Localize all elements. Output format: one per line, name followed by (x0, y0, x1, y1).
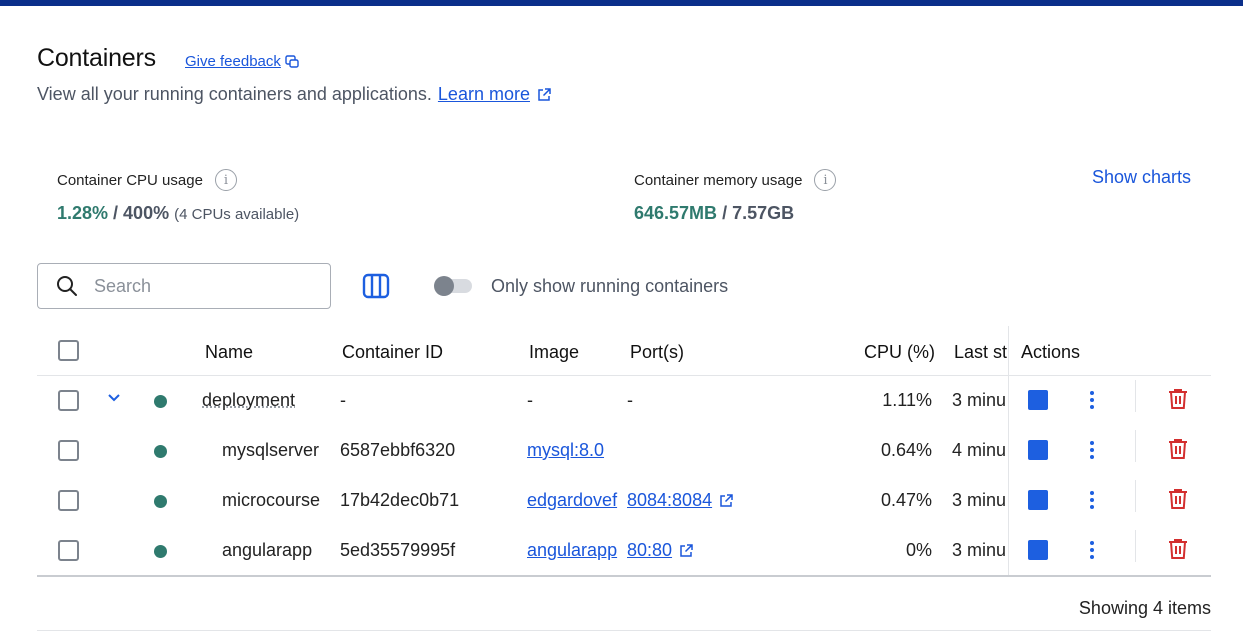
table-row[interactable]: mysqlserver 6587ebbf6320 mysql:8.0 0.64%… (37, 426, 1211, 476)
column-header-image[interactable]: Image (529, 342, 579, 363)
port-link[interactable]: 80:80 (627, 540, 672, 561)
row-checkbox[interactable] (58, 490, 79, 511)
top-accent-bar (0, 0, 1243, 6)
search-input[interactable] (94, 275, 294, 297)
chevron-down-icon[interactable] (107, 393, 121, 403)
page-subtitle: View all your running containers and app… (37, 84, 552, 105)
stop-button[interactable] (1028, 440, 1048, 460)
container-id: 17b42dec0b71 (340, 490, 460, 510)
container-image: - (527, 390, 533, 410)
search-box[interactable] (37, 263, 331, 309)
table-bottom-divider (37, 575, 1211, 577)
status-running-dot (154, 445, 167, 458)
columns-icon (362, 273, 390, 299)
container-cpu: 0.64% (880, 440, 932, 460)
external-link-icon (538, 87, 551, 101)
port-link[interactable]: 8084:8084 (627, 490, 712, 511)
row-checkbox[interactable] (58, 540, 79, 561)
external-link-icon (680, 543, 693, 557)
cpu-note: (4 CPUs available) (174, 206, 300, 223)
mem-total: / 7.57GB (717, 203, 795, 223)
cpu-usage-label: Container CPU usage i (57, 169, 237, 191)
container-id: - (340, 390, 346, 410)
container-ports[interactable]: 80:80 (627, 540, 694, 561)
container-name[interactable]: deployment (202, 390, 295, 411)
learn-more-link[interactable]: Learn more (438, 84, 530, 105)
delete-icon[interactable] (1168, 438, 1188, 460)
table-row[interactable]: deployment - - - 1.11% 3 minu (37, 376, 1211, 426)
status-running-dot (154, 495, 167, 508)
delete-icon[interactable] (1168, 488, 1188, 510)
memory-usage-label-text: Container memory usage (634, 171, 803, 189)
stop-button[interactable] (1028, 540, 1048, 560)
memory-usage-value: 646.57MB / 7.57GB (634, 203, 794, 224)
items-count: Showing 4 items (1078, 598, 1211, 618)
column-header-name[interactable]: Name (205, 342, 253, 363)
stop-button[interactable] (1028, 390, 1048, 410)
column-header-last-started[interactable]: Last st (954, 342, 1008, 363)
table-row[interactable]: angularapp 5ed35579995f angularapp 80:80… (37, 526, 1211, 576)
cpu-total: / 400% (108, 203, 170, 223)
container-ports: - (627, 390, 633, 410)
column-header-ports[interactable]: Port(s) (630, 342, 684, 363)
subtitle-text: View all your running containers and app… (37, 84, 432, 104)
external-link-icon (720, 493, 733, 507)
container-image-link[interactable]: edgardovef (527, 490, 619, 511)
row-checkbox[interactable] (58, 440, 79, 461)
row-action-divider (1135, 480, 1136, 512)
container-id: 5ed35579995f (340, 540, 456, 560)
feedback-icon (285, 54, 299, 68)
row-action-divider (1135, 530, 1136, 562)
container-last-started: 3 minu (952, 540, 1007, 560)
page-title: Containers (37, 44, 156, 72)
container-cpu: 1.11% (882, 390, 932, 410)
mem-used: 646.57MB (634, 203, 718, 223)
table-row[interactable]: microcourse 17b42dec0b71 edgardovef 8084… (37, 476, 1211, 526)
running-only-toggle[interactable] (434, 276, 472, 296)
toggle-knob (434, 276, 454, 296)
status-running-dot (154, 395, 167, 408)
info-icon[interactable]: i (814, 169, 837, 191)
status-running-dot (154, 545, 167, 558)
cpu-used: 1.28% (57, 203, 109, 223)
container-id: 6587ebbf6320 (340, 440, 456, 460)
container-name[interactable]: mysqlserver (222, 440, 319, 461)
row-action-divider (1135, 430, 1136, 462)
more-options-icon[interactable] (1087, 539, 1097, 561)
stop-button[interactable] (1028, 490, 1048, 510)
cpu-usage-label-text: Container CPU usage (57, 171, 203, 189)
search-icon (57, 276, 77, 296)
give-feedback-link[interactable]: Give feedback (185, 53, 299, 70)
column-header-actions: Actions (1021, 342, 1081, 362)
container-image-link[interactable]: angularapp (527, 540, 619, 561)
delete-icon[interactable] (1168, 388, 1188, 410)
container-name[interactable]: angularapp (222, 540, 312, 561)
row-action-divider (1135, 380, 1136, 412)
column-header-cpu[interactable]: CPU (%) (864, 342, 935, 363)
info-icon[interactable]: i (214, 169, 237, 191)
show-charts-button[interactable]: Show charts (1092, 167, 1191, 188)
more-options-icon[interactable] (1087, 489, 1097, 511)
cpu-usage-value: 1.28% / 400% (4 CPUs available) (57, 203, 299, 224)
running-only-label: Only show running containers (491, 276, 729, 296)
delete-icon[interactable] (1168, 538, 1188, 560)
container-last-started: 4 minu (952, 440, 1007, 460)
more-options-icon[interactable] (1087, 439, 1097, 461)
memory-usage-label: Container memory usage i (634, 169, 837, 191)
container-cpu: 0% (905, 540, 932, 560)
select-all-checkbox[interactable] (58, 340, 79, 361)
container-name[interactable]: microcourse (222, 490, 320, 511)
container-last-started: 3 minu (952, 390, 1007, 410)
container-cpu: 0.47% (880, 490, 932, 510)
container-ports[interactable]: 8084:8084 (627, 490, 734, 511)
column-header-container-id[interactable]: Container ID (342, 342, 443, 363)
footer-divider (37, 630, 1211, 631)
container-last-started: 3 minu (952, 490, 1007, 510)
row-checkbox[interactable] (58, 390, 79, 411)
columns-toggle-button[interactable] (362, 273, 390, 304)
container-image-link[interactable]: mysql:8.0 (527, 440, 604, 461)
more-options-icon[interactable] (1087, 389, 1097, 411)
give-feedback-label: Give feedback (185, 53, 281, 70)
